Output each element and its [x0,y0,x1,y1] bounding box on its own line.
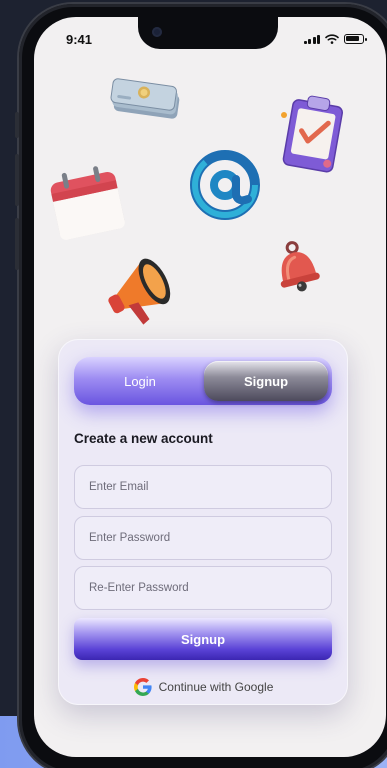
wifi-icon [325,34,339,44]
tab-login[interactable]: Login [78,361,202,401]
google-icon [133,678,152,696]
confirm-password-field [74,566,332,610]
password-field [74,516,332,560]
megaphone-icon [108,258,171,325]
status-time: 9:41 [66,32,93,47]
google-signin-button[interactable]: Continue with Google [58,677,348,697]
money-stack-icon [110,78,180,119]
tab-signup[interactable]: Signup [204,361,328,401]
notch [138,17,278,49]
phone-screen: 9:41 Login Signup Create a new account E… [34,17,386,757]
clipboard-check-icon [281,95,343,173]
phone-frame: 9:41 Login Signup Create a new account E… [15,4,387,768]
form-heading: Create a new account [74,431,213,446]
at-sign-icon [190,150,260,220]
signup-card: Login Signup Create a new account Signup [58,339,348,705]
bell-icon [280,241,320,292]
google-signin-label: Continue with Google [158,680,274,694]
volume-up-button [15,154,19,206]
email-field [74,465,332,509]
signal-icon [303,34,320,44]
signup-button[interactable]: Signup [74,618,332,660]
status-icons [303,34,367,44]
camera [152,27,162,37]
battery-icon [344,34,367,44]
confirm-password-input[interactable] [89,582,317,594]
mute-switch [15,112,19,138]
calendar-icon [50,166,125,240]
volume-down-button [15,218,19,270]
email-input[interactable] [89,481,317,493]
auth-tab-bar: Login Signup [74,357,332,405]
password-input[interactable] [89,532,317,544]
